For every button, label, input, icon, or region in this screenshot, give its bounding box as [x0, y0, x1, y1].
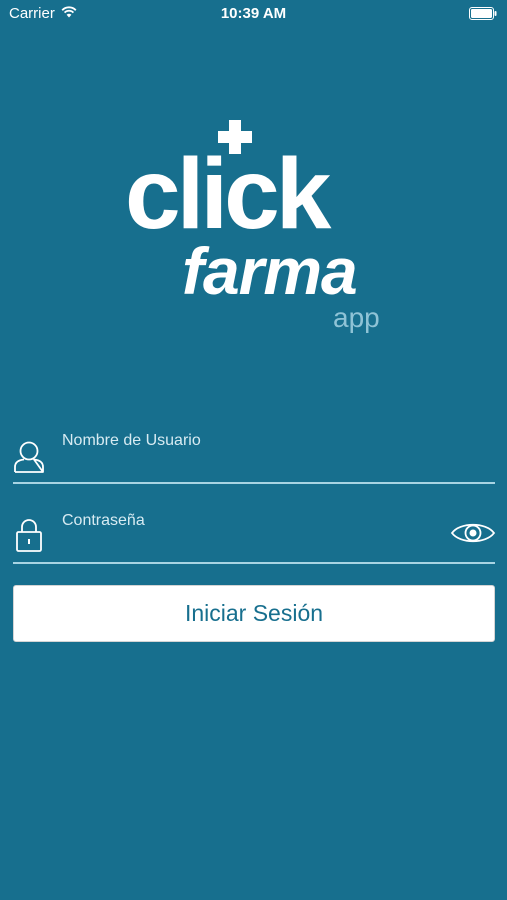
lock-icon [16, 519, 42, 552]
eye-icon[interactable] [450, 520, 496, 546]
plus-icon [218, 120, 252, 154]
username-placeholder: Nombre de Usuario [62, 432, 201, 449]
password-placeholder: Contraseña [62, 512, 145, 529]
battery-icon [469, 7, 497, 20]
username-field[interactable]: Nombre de Usuario [13, 410, 495, 484]
logo-click-text: click [125, 138, 331, 250]
logo-farma-text: farma [182, 234, 358, 308]
status-time: 10:39 AM [220, 5, 287, 22]
logo-app-text: app [333, 302, 380, 333]
clickfarma-logo: click farma app [120, 118, 390, 338]
status-bar: Carrier 10:39 AM [0, 0, 507, 28]
password-underline [13, 562, 495, 564]
password-field[interactable]: Contraseña [13, 490, 496, 564]
username-underline [13, 482, 495, 484]
login-button[interactable]: Iniciar Sesión [13, 585, 495, 642]
user-icon [14, 441, 44, 473]
